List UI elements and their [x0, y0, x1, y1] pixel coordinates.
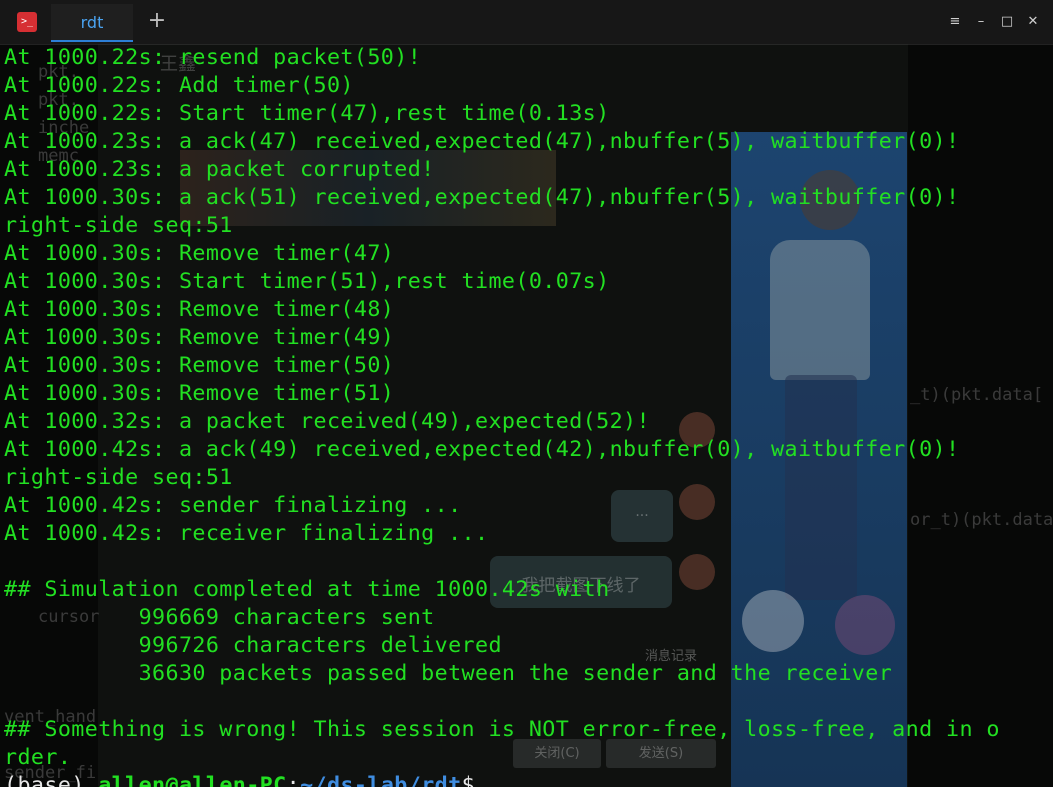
- menu-icon[interactable]: ≡: [945, 11, 965, 33]
- terminal-line: At 1000.30s: Remove timer(48): [4, 297, 395, 322]
- terminal-line: At 1000.22s: resend packet(50)!: [4, 45, 422, 70]
- terminal-line: At 1000.23s: a ack(47) received,expected…: [4, 129, 960, 154]
- terminal-line: At 1000.30s: Start timer(51),rest time(0…: [4, 269, 610, 294]
- terminal-line: At 1000.42s: receiver finalizing ...: [4, 521, 489, 546]
- tab-rdt[interactable]: rdt: [51, 4, 133, 42]
- terminal-line: At 1000.30s: Remove timer(51): [4, 381, 395, 406]
- terminal-line: ## Something is wrong! This session is N…: [4, 717, 1000, 742]
- prompt-dollar-sign: $: [461, 773, 489, 787]
- tab-label: rdt: [80, 13, 104, 32]
- terminal-line: At 1000.30s: Remove timer(47): [4, 241, 395, 266]
- terminal-line: At 1000.42s: sender finalizing ...: [4, 493, 462, 518]
- terminal-line: At 1000.42s: a ack(49) received,expected…: [4, 437, 960, 462]
- new-tab-plus-icon[interactable]: +: [146, 8, 168, 36]
- terminal-line: right-side seq:51: [4, 465, 233, 490]
- close-icon[interactable]: ✕: [1023, 11, 1043, 33]
- terminal-line: 996669 characters sent: [4, 605, 435, 630]
- terminal-line: rder.: [4, 745, 72, 770]
- prompt-working-directory: ~/ds-lab/rdt: [300, 773, 462, 787]
- terminal-line: ## Simulation completed at time 1000.42s…: [4, 577, 610, 602]
- terminal-line: 36630 packets passed between the sender …: [4, 661, 893, 686]
- title-bar: >_ rdt + ≡ – □ ✕: [0, 0, 1053, 45]
- terminal-window: >_ rdt + ≡ – □ ✕ 王鑫 ... 我把截图下线了 消息记录 关闭(…: [0, 0, 1053, 787]
- terminal-line: At 1000.30s: Remove timer(50): [4, 353, 395, 378]
- prompt-separator: :: [286, 773, 301, 787]
- terminal-app-icon[interactable]: >_: [17, 12, 37, 32]
- terminal-line: At 1000.30s: Remove timer(49): [4, 325, 395, 350]
- terminal-line: At 1000.32s: a packet received(49),expec…: [4, 409, 650, 434]
- terminal-line: right-side seq:51: [4, 213, 233, 238]
- prompt-user-host: allen@allen-PC: [98, 773, 287, 787]
- terminal-line: At 1000.22s: Add timer(50): [4, 73, 354, 98]
- minimize-icon[interactable]: –: [971, 11, 991, 33]
- terminal-lines: At 1000.22s: resend packet(50)! At 1000.…: [4, 44, 1000, 787]
- terminal-line: 996726 characters delivered: [4, 633, 502, 658]
- terminal-line: At 1000.22s: Start timer(47),rest time(0…: [4, 101, 610, 126]
- terminal-line: At 1000.30s: a ack(51) received,expected…: [4, 185, 960, 210]
- terminal-output-area[interactable]: At 1000.22s: resend packet(50)! At 1000.…: [0, 44, 1053, 787]
- maximize-icon[interactable]: □: [997, 11, 1017, 33]
- prompt-conda-env: (base): [4, 773, 99, 787]
- terminal-line: At 1000.23s: a packet corrupted!: [4, 157, 435, 182]
- shell-prompt[interactable]: (base) allen@allen-PC:~/ds-lab/rdt$: [4, 772, 1000, 787]
